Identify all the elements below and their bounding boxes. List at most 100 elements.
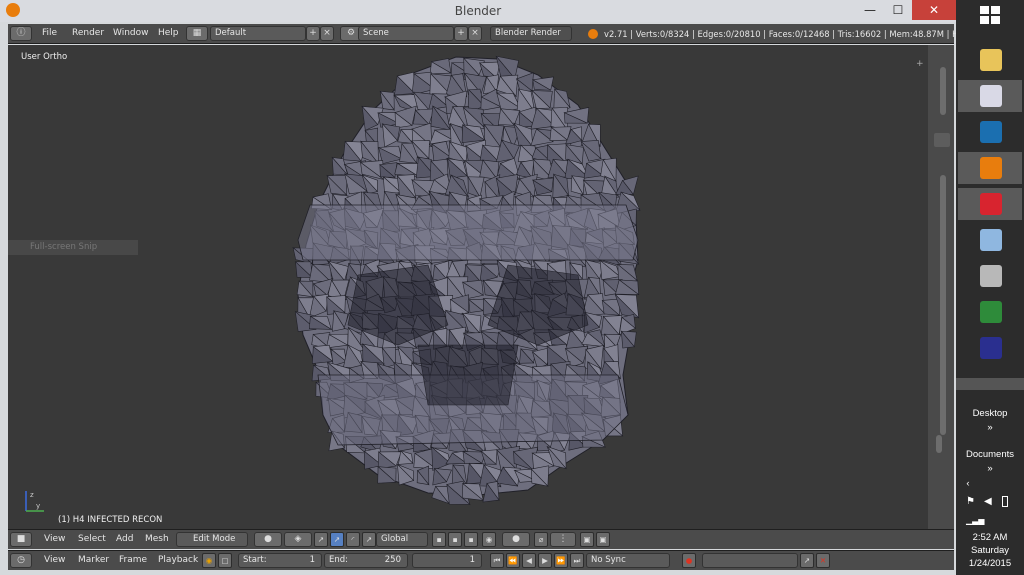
scrollbar-thumb-top[interactable] [940, 67, 946, 115]
keying-insert-icon[interactable]: ↗ [800, 553, 814, 568]
add-scene-button[interactable]: + [454, 26, 468, 41]
game-app-icon [980, 121, 1002, 143]
clock-date[interactable]: 1/24/2015 [956, 558, 1024, 569]
editor-type-3d-button[interactable]: ■ [10, 532, 32, 547]
render-icon[interactable]: ▣ [580, 532, 594, 547]
windows-start-icon[interactable] [980, 6, 1000, 24]
edge-select-icon[interactable]: ▪ [448, 532, 462, 547]
jump-end-icon[interactable]: ⏭ [570, 553, 584, 568]
editor-type-info-button[interactable]: ⓘ [10, 26, 32, 41]
record-keyframe-icon[interactable]: ● [682, 553, 696, 568]
keying-set-field[interactable] [702, 553, 798, 568]
clock-time[interactable]: 2:52 AM [956, 532, 1024, 543]
translate-manipulator-icon[interactable]: ↗ [330, 532, 344, 547]
close-button[interactable]: ✕ [912, 0, 956, 20]
network-signal-icon[interactable]: ▁▃▅ [966, 516, 984, 525]
mesh-object[interactable] [8, 45, 928, 529]
taskbar-app-button[interactable] [958, 116, 1022, 148]
prev-keyframe-icon[interactable]: ⏪ [506, 553, 520, 568]
menu-add[interactable]: Add [116, 534, 133, 544]
layout-icon-button[interactable]: ▦ [186, 26, 208, 41]
menu-playback[interactable]: Playback [158, 555, 198, 565]
manipulator-toggle-icon[interactable]: ↗ [314, 532, 328, 547]
taskbar-app-button[interactable] [958, 44, 1022, 76]
remove-layout-button[interactable]: × [320, 26, 334, 41]
scrollbar-thumb-lower[interactable] [936, 435, 942, 453]
render-engine-selector[interactable]: Blender Render [490, 26, 572, 41]
menu-timeline-view[interactable]: View [44, 555, 65, 565]
taskbar-app-button[interactable] [958, 332, 1022, 364]
snap-element-button[interactable]: ⋮ [550, 532, 576, 547]
menu-render[interactable]: Render [72, 28, 104, 38]
desktop-toolbar-label[interactable]: Desktop [956, 408, 1024, 419]
opera-icon [980, 193, 1002, 215]
layout-selector[interactable]: Default [210, 26, 306, 41]
properties-toggle-icon[interactable] [934, 133, 950, 147]
taskbar-app-button[interactable] [958, 296, 1022, 328]
minimize-button[interactable]: — [856, 0, 884, 20]
volume-icon[interactable]: ◀ [984, 496, 992, 507]
title-bar: Blender — ☐ ✕ [0, 0, 956, 22]
menu-mesh[interactable]: Mesh [145, 534, 169, 544]
right-scroll-area[interactable] [928, 45, 954, 529]
scrollbar-thumb-main[interactable] [940, 175, 946, 435]
proportional-edit-button[interactable]: ● [502, 532, 530, 547]
menu-marker[interactable]: Marker [78, 555, 109, 565]
snap-toggle-icon[interactable]: ⌀ [534, 532, 548, 547]
rotate-manipulator-icon[interactable]: ◜ [346, 532, 360, 547]
current-frame-field[interactable]: 1 [412, 553, 482, 568]
clock-day[interactable]: Saturday [956, 545, 1024, 556]
vertex-select-icon[interactable]: ▪ [432, 532, 446, 547]
lock-range-icon[interactable]: ▢ [218, 553, 232, 568]
menu-file[interactable]: File [42, 28, 57, 38]
desktop-chevron-icon[interactable]: » [956, 422, 1024, 433]
snipping-tool-icon [980, 85, 1002, 107]
taskbar-scroll-strip[interactable] [956, 378, 1024, 390]
windows-taskbar: Desktop » Documents » ‹ ⚑ ◀ ▁▃▅ 2:52 AM … [956, 0, 1024, 575]
sync-mode-selector[interactable]: No Sync [586, 553, 670, 568]
taskbar-app-button[interactable] [958, 188, 1022, 220]
menu-help[interactable]: Help [158, 28, 179, 38]
remove-scene-button[interactable]: × [468, 26, 482, 41]
render-anim-icon[interactable]: ▣ [596, 532, 610, 547]
add-layout-button[interactable]: + [306, 26, 320, 41]
snip-overlay: Full-screen Snip [8, 240, 138, 255]
transform-orientation-selector[interactable]: Global [376, 532, 428, 547]
shading-mode-button[interactable]: ● [254, 532, 282, 547]
menu-frame[interactable]: Frame [119, 555, 147, 565]
play-icon[interactable]: ▶ [538, 553, 552, 568]
next-keyframe-icon[interactable]: ⏩ [554, 553, 568, 568]
tray-expand-icon[interactable]: ‹ [934, 478, 1002, 489]
taskbar-app-button[interactable] [958, 224, 1022, 256]
view-label: User Ortho [21, 52, 68, 62]
maximize-button[interactable]: ☐ [884, 0, 912, 20]
menu-window[interactable]: Window [113, 28, 149, 38]
3d-view-header: ■ View Select Add Mesh Edit Mode ● ◈ ↗ ↗… [8, 529, 954, 549]
taskbar-app-button[interactable] [958, 80, 1022, 112]
3d-viewport[interactable]: User Ortho Full-screen Snip (1) H4 INFEC… [8, 45, 928, 529]
keying-delete-icon[interactable]: ✕ [816, 553, 830, 568]
mode-selector[interactable]: Edit Mode [176, 532, 248, 547]
battery-icon[interactable] [1002, 496, 1008, 507]
window-title: Blender [454, 4, 502, 18]
scene-selector[interactable]: Scene [358, 26, 454, 41]
jump-start-icon[interactable]: ⏮ [490, 553, 504, 568]
documents-toolbar-label[interactable]: Documents [956, 449, 1024, 460]
face-select-icon[interactable]: ▪ [464, 532, 478, 547]
pivot-point-button[interactable]: ◈ [284, 532, 312, 547]
axis-gizmo-icon: z y [25, 491, 44, 512]
limit-selection-icon[interactable]: ◉ [482, 532, 496, 547]
menu-select[interactable]: Select [78, 534, 106, 544]
play-reverse-icon[interactable]: ◀ [522, 553, 536, 568]
viewport-plus-icon[interactable]: + [916, 59, 926, 69]
scale-manipulator-icon[interactable]: ↗ [362, 532, 376, 547]
action-center-flag-icon[interactable]: ⚑ [966, 496, 975, 507]
taskbar-app-button[interactable] [958, 260, 1022, 292]
editor-type-timeline-button[interactable]: ◷ [10, 553, 32, 568]
preview-range-icon[interactable]: ◉ [202, 553, 216, 568]
menu-view[interactable]: View [44, 534, 65, 544]
documents-chevron-icon[interactable]: » [956, 463, 1024, 474]
start-frame-field[interactable]: Start: 1 [238, 553, 322, 568]
end-frame-field[interactable]: End: 250 [324, 553, 408, 568]
taskbar-app-button[interactable] [958, 152, 1022, 184]
